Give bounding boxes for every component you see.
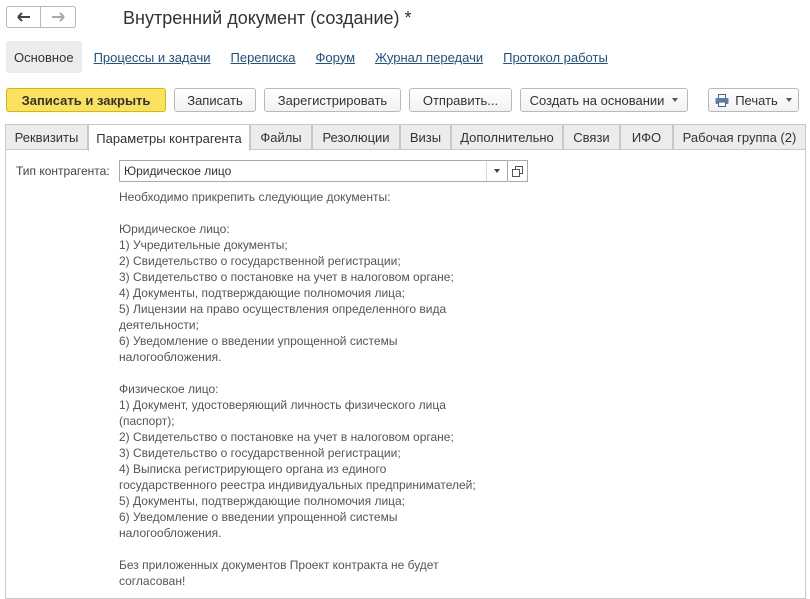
open-form-button[interactable] xyxy=(508,160,528,182)
print-label: Печать xyxy=(735,92,778,108)
tab-contractor-params[interactable]: Параметры контрагента xyxy=(88,124,250,151)
note-line: государственного реестра индивидуальных … xyxy=(119,478,476,492)
note-line: 1) Учредительные документы; xyxy=(119,238,288,252)
printer-icon xyxy=(715,93,729,107)
tab-requisites[interactable]: Реквизиты xyxy=(5,124,88,150)
tab-label: Файлы xyxy=(260,130,302,145)
tab-workgroup[interactable]: Рабочая группа (2) xyxy=(673,124,806,150)
note-line xyxy=(119,365,539,381)
save-button[interactable]: Записать xyxy=(174,88,256,112)
create-based-label: Создать на основании xyxy=(529,92,665,108)
contractor-type-select[interactable]: Юридическое лицо xyxy=(119,160,508,182)
save-close-button[interactable]: Записать и закрыть xyxy=(6,88,166,112)
note-line: 1) Документ, удостоверяющий личность физ… xyxy=(119,398,446,412)
note-line: 5) Документы, подтверждающие полномочия … xyxy=(119,494,406,508)
note-line: деятельности; xyxy=(119,318,199,332)
window-title: Внутренний документ (создание) * xyxy=(123,8,412,28)
tab-strip: Реквизиты Параметры контрагента Файлы Ре… xyxy=(5,124,807,151)
tab-label: Рабочая группа (2) xyxy=(682,130,797,145)
save-label: Записать xyxy=(187,92,243,108)
note-line: согласован! xyxy=(119,574,186,588)
note-line: 2) Свидетельство о постановке на учет в … xyxy=(119,430,454,444)
back-button[interactable] xyxy=(6,6,41,28)
tab-label: Резолюции xyxy=(322,130,390,145)
tab-files[interactable]: Файлы xyxy=(250,124,312,150)
note-line: 3) Свидетельство о постановке на учет в … xyxy=(119,270,454,284)
note-line: 2) Свидетельство о государственной регис… xyxy=(119,254,401,268)
register-label: Зарегистрировать xyxy=(277,92,388,108)
section-main[interactable]: Основное xyxy=(6,41,82,73)
section-link-forum[interactable]: Форум xyxy=(316,50,356,65)
chevron-down-icon xyxy=(785,98,792,102)
tab-resolutions[interactable]: Резолюции xyxy=(312,124,400,150)
arrow-left-icon xyxy=(16,12,30,22)
note-line: 6) Уведомление о введении упрощенной сис… xyxy=(119,510,398,524)
arrow-right-icon xyxy=(52,12,65,22)
note-line: 3) Свидетельство о государственной регис… xyxy=(119,446,401,460)
required-documents-note: Необходимо прикрепить следующие документ… xyxy=(119,189,539,589)
tab-label: Параметры контрагента xyxy=(96,130,242,146)
contractor-type-label: Тип контрагента: xyxy=(16,164,110,178)
note-line xyxy=(119,205,539,221)
section-link-processes[interactable]: Процессы и задачи xyxy=(94,50,211,65)
forward-button[interactable] xyxy=(41,6,76,28)
send-label: Отправить... xyxy=(422,92,499,108)
tab-label: Связи xyxy=(573,130,610,145)
note-line: (паспорт); xyxy=(119,414,175,428)
note-line: Юридическое лицо: xyxy=(119,222,230,236)
note-line xyxy=(119,541,539,557)
nav-buttons xyxy=(6,6,76,28)
note-line: 6) Уведомление о введении упрощенной сис… xyxy=(119,334,398,348)
open-window-icon xyxy=(512,165,523,177)
note-line: 4) Документы, подтверждающие полномочия … xyxy=(119,286,406,300)
contractor-type-value: Юридическое лицо xyxy=(124,164,232,178)
note-line: Физическое лицо: xyxy=(119,382,219,396)
tab-label: Дополнительно xyxy=(460,130,554,145)
chevron-down-icon xyxy=(494,169,500,173)
note-line: Необходимо прикрепить следующие документ… xyxy=(119,190,391,204)
register-button[interactable]: Зарегистрировать xyxy=(264,88,401,112)
section-bar: Основное Процессы и задачи Переписка Фор… xyxy=(6,41,608,73)
note-line: налогообложения. xyxy=(119,350,222,364)
section-link-work-protocol[interactable]: Протокол работы xyxy=(503,50,608,65)
note-line: налогообложения. xyxy=(119,526,222,540)
tab-label: ИФО xyxy=(631,130,662,145)
section-link-transfer-log[interactable]: Журнал передачи xyxy=(375,50,483,65)
note-line: 4) Выписка регистрирующего органа из еди… xyxy=(119,462,387,476)
tab-ifo[interactable]: ИФО xyxy=(620,124,673,150)
note-line: Без приложенных документов Проект контра… xyxy=(119,558,439,572)
section-link-correspondence[interactable]: Переписка xyxy=(231,50,296,65)
tab-label: Реквизиты xyxy=(14,130,79,145)
note-line: 5) Лицензии на право осуществления опред… xyxy=(119,302,447,316)
print-button[interactable]: Печать xyxy=(708,88,799,112)
toolbar: Записать и закрыть Записать Зарегистриро… xyxy=(6,88,799,112)
tab-links[interactable]: Связи xyxy=(563,124,620,150)
tab-additional[interactable]: Дополнительно xyxy=(451,124,563,150)
create-based-button[interactable]: Создать на основании xyxy=(520,88,688,112)
send-button[interactable]: Отправить... xyxy=(409,88,512,112)
dropdown-button[interactable] xyxy=(486,161,507,181)
chevron-down-icon xyxy=(672,98,679,102)
tab-label: Визы xyxy=(409,130,442,145)
save-close-label: Записать и закрыть xyxy=(21,92,151,108)
tab-visas[interactable]: Визы xyxy=(400,124,451,150)
